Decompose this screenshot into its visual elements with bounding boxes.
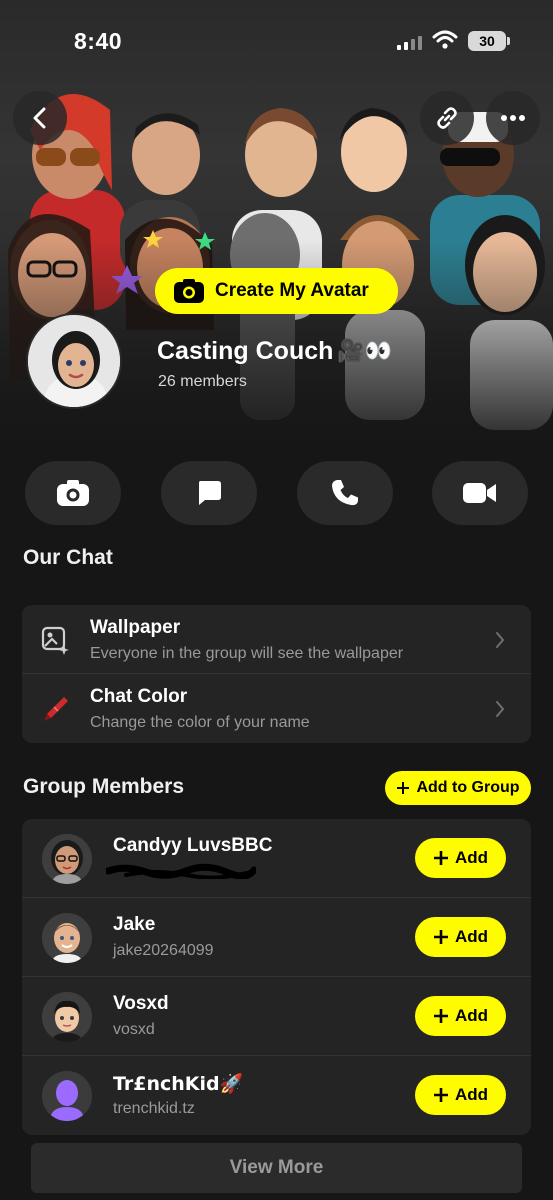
member-name: Candyy LuvsBBC: [113, 835, 273, 856]
chevron-left-icon: [33, 107, 46, 129]
camera-icon: [57, 480, 89, 506]
plus-icon: [433, 1009, 448, 1023]
add-label: Add: [454, 1085, 489, 1104]
chat-color-subtitle: Change the color of your name: [90, 714, 310, 731]
avatar[interactable]: [42, 834, 92, 884]
status-time: 8:40: [74, 28, 123, 54]
chat-color-setting[interactable]: Chat Color Change the color of your name: [22, 674, 531, 743]
status-bar: 8:40 30: [0, 0, 553, 80]
action-chat-button[interactable]: [161, 461, 257, 525]
our-chat-settings-card: Wallpaper Everyone in the group will see…: [22, 605, 531, 743]
add-label: Add: [454, 1006, 489, 1025]
add-member-button[interactable]: Add: [415, 838, 506, 878]
more-options-button[interactable]: [486, 91, 540, 145]
member-name: Vosxd: [113, 993, 169, 1014]
plus-icon: [433, 930, 448, 944]
wifi-icon: [432, 30, 458, 49]
action-video-button[interactable]: [432, 461, 528, 525]
add-member-button[interactable]: Add: [415, 1075, 506, 1115]
video-camera-icon: [463, 483, 496, 503]
group-title[interactable]: Casting Couch 🎥👀: [157, 337, 392, 366]
wallpaper-setting[interactable]: Wallpaper Everyone in the group will see…: [22, 605, 531, 674]
group-members-heading: Group Members: [23, 775, 185, 798]
battery-level: 30: [479, 33, 495, 49]
group-members-list: Candyy LuvsBBC Add Jake jake20264099 Add…: [22, 819, 531, 1135]
avatar[interactable]: [42, 992, 92, 1042]
share-link-button[interactable]: [420, 91, 474, 145]
add-label: Add: [454, 927, 489, 946]
chevron-right-icon: [496, 632, 505, 648]
plus-icon: [433, 851, 448, 865]
add-label: Add: [454, 848, 489, 867]
member-username: trenchkid.tz: [113, 1100, 195, 1117]
member-username: vosxd: [113, 1021, 155, 1038]
member-count[interactable]: 26 members: [158, 373, 247, 391]
member-name: Jake: [113, 914, 156, 935]
add-member-button[interactable]: Add: [415, 917, 506, 957]
plus-icon: [397, 782, 410, 794]
chevron-right-icon: [496, 701, 505, 717]
wallpaper-title: Wallpaper: [90, 617, 181, 638]
crayon-icon: [44, 697, 68, 721]
avatar[interactable]: [42, 913, 92, 963]
member-row[interactable]: Vosxd vosxd Add: [22, 977, 531, 1056]
back-button[interactable]: [13, 91, 67, 145]
group-name: Casting Couch: [157, 337, 334, 365]
plus-icon: [433, 1088, 448, 1102]
cellular-signal-icon: [397, 34, 422, 50]
member-row[interactable]: Jake jake20264099 Add: [22, 898, 531, 977]
bitmoji-avatar-image: [42, 913, 92, 963]
battery-indicator: 30: [468, 31, 510, 51]
member-row[interactable]: Candyy LuvsBBC Add: [22, 819, 531, 898]
group-name-emoji: 🎥👀: [337, 339, 393, 364]
wallpaper-subtitle: Everyone in the group will see the wallp…: [90, 645, 404, 662]
action-call-button[interactable]: [297, 461, 393, 525]
chat-color-title: Chat Color: [90, 686, 188, 707]
more-horizontal-icon: [501, 115, 525, 121]
bitmoji-avatar-image: [42, 834, 92, 884]
link-icon: [437, 107, 457, 129]
default-avatar-silhouette-icon: [42, 1071, 92, 1121]
camera-icon: [174, 279, 204, 303]
chat-bubble-icon: [199, 481, 221, 505]
bitmoji-avatar-image: [28, 315, 120, 407]
member-name: Tr£nchKid🚀: [113, 1073, 244, 1095]
bitmoji-avatar-image: [42, 992, 92, 1042]
avatar[interactable]: [42, 1071, 92, 1121]
group-avatar[interactable]: [26, 313, 122, 409]
create-my-avatar-button[interactable]: Create My Avatar: [155, 268, 398, 314]
wallpaper-icon: [41, 626, 69, 655]
member-username: jake20264099: [113, 942, 214, 959]
add-member-button[interactable]: Add: [415, 996, 506, 1036]
add-to-group-button[interactable]: Add to Group: [385, 771, 531, 805]
our-chat-heading: Our Chat: [23, 546, 113, 569]
view-more-button[interactable]: View More: [31, 1143, 522, 1193]
group-header-hero: 8:40 30 Create My Avatar Casting Couch 🎥…: [0, 0, 553, 440]
redaction-scribble: [106, 863, 256, 879]
add-to-group-label: Add to Group: [416, 779, 520, 796]
member-row[interactable]: Tr£nchKid🚀 trenchkid.tz Add: [22, 1056, 531, 1135]
phone-icon: [332, 480, 358, 506]
create-my-avatar-label: Create My Avatar: [215, 280, 369, 301]
action-camera-button[interactable]: [25, 461, 121, 525]
